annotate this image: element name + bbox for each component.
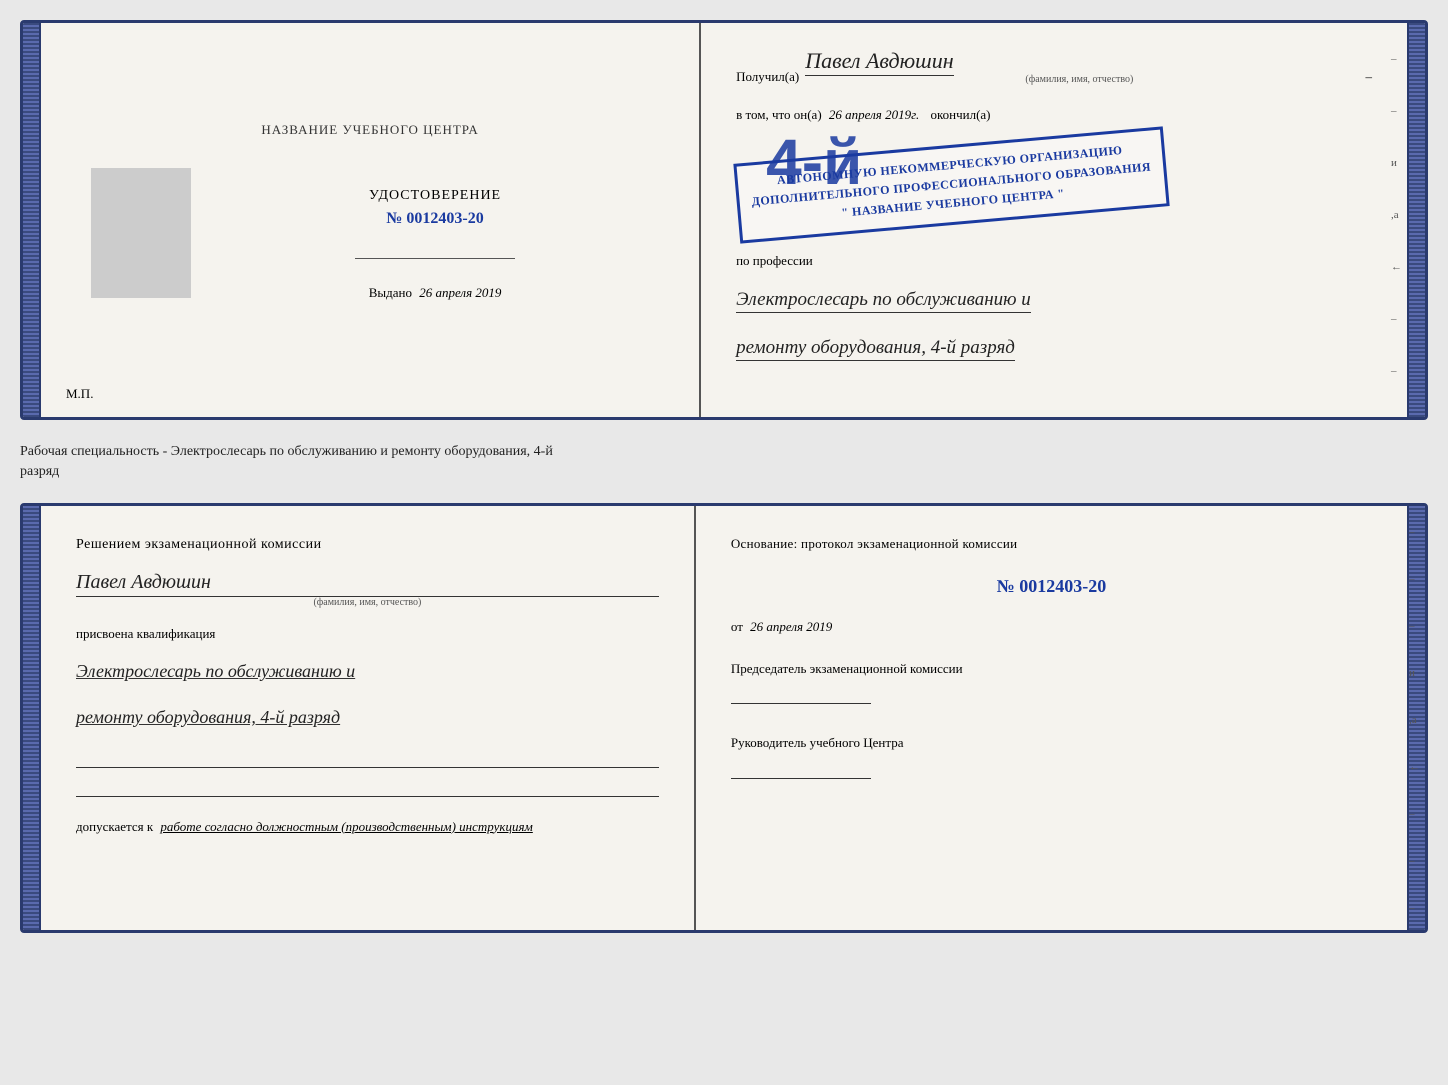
ot-prefix: от <box>731 619 743 634</box>
edge-mark-i: и <box>1391 157 1402 169</box>
osnovanie-title: Основание: протокол экзаменационной коми… <box>731 534 1372 554</box>
doc-top-left-panel: НАЗВАНИЕ УЧЕБНОГО ЦЕНТРА УДОСТОВЕРЕНИЕ №… <box>41 23 701 417</box>
edge2-mark-left: ← <box>1409 761 1420 773</box>
vydano-date: 26 апреля 2019 <box>419 285 501 300</box>
photo-placeholder <box>91 168 191 298</box>
edge2-dash3: – <box>1409 620 1420 632</box>
stamp-container: 4-й АВТОНОМНУЮ НЕКОММЕРЧЕСКУЮ ОРГАНИЗАЦИ… <box>736 145 1372 225</box>
doc-top-right-panel: Получил(a) Павел Авдюшин (фамилия, имя, … <box>701 23 1407 417</box>
edge-dash1: – <box>1391 53 1402 65</box>
separator-text: Рабочая специальность - Электрослесарь п… <box>20 438 1428 485</box>
document-top: НАЗВАНИЕ УЧЕБНОГО ЦЕНТРА УДОСТОВЕРЕНИЕ №… <box>20 20 1428 420</box>
edge-dash3: – <box>1391 313 1402 325</box>
document-bottom: Решением экзаменационной комиссии Павел … <box>20 503 1428 933</box>
page-container: НАЗВАНИЕ УЧЕБНОГО ЦЕНТРА УДОСТОВЕРЕНИЕ №… <box>20 20 1428 933</box>
spine-bottom-left <box>23 506 41 930</box>
poluchil-line: Получил(a) Павел Авдюшин (фамилия, имя, … <box>736 48 1372 85</box>
profession-line2: ремонту оборудования, 4-й разряд <box>736 331 1372 365</box>
vtom-line: в том, что он(а) 26 апреля 2019г. окончи… <box>736 107 1372 123</box>
edge-mark-left: ← <box>1391 261 1402 273</box>
edge-mark-a: ,а <box>1391 209 1402 221</box>
profession-line1: Электрослесарь по обслуживанию и <box>736 283 1372 317</box>
blank-line-1 <box>76 767 659 768</box>
separator-line2: разряд <box>20 462 1428 482</box>
bottom-name-handwritten: Павел Авдюшин <box>76 571 659 597</box>
right-edge-marks: – – и ,а ← – – – <box>1391 53 1402 420</box>
doc-number: № 0012403-20 <box>386 210 483 228</box>
predsedatel-sig-line <box>731 703 871 704</box>
profession-handwritten1: Электрослесарь по обслуживанию и <box>736 289 1031 313</box>
poluchil-prefix: Получил(a) <box>736 69 799 85</box>
prisvoena-label: присвоена квалификация <box>76 626 659 642</box>
blank-lines <box>76 755 659 797</box>
rukovoditel-block: Руководитель учебного Центра <box>731 733 1372 779</box>
edge-dash2: – <box>1391 105 1402 117</box>
bottom-name-subtitle: (фамилия, имя, отчество) <box>76 597 659 608</box>
top-left-title: НАЗВАНИЕ УЧЕБНОГО ЦЕНТРА <box>261 122 478 138</box>
dopuskaetsya-prefix: допускается к <box>76 819 153 834</box>
bottom-name-block: Павел Авдюшин (фамилия, имя, отчество) <box>76 567 659 608</box>
edge2-dash2: – <box>1409 573 1420 585</box>
recipient-name: Павел Авдюшин <box>805 48 953 76</box>
edge2-mark-a: ,а <box>1409 714 1420 726</box>
resheniem-title: Решением экзаменационной комиссии <box>76 534 659 555</box>
po-professii-label: по профессии <box>736 253 1372 269</box>
doc-bottom-right-panel: Основание: протокол экзаменационной коми… <box>696 506 1407 930</box>
qual-line2: ремонту оборудования, 4-й разряд <box>76 700 659 734</box>
doc-bottom-left-panel: Решением экзаменационной комиссии Павел … <box>41 506 696 930</box>
qual-handwritten1: Электрослесарь по обслуживанию и <box>76 661 355 681</box>
spine-left <box>23 23 41 417</box>
blank-line-2 <box>76 796 659 797</box>
right-edge-marks2: – – – и ,а ← – – – <box>1409 526 1420 914</box>
profession-handwritten2: ремонту оборудования, 4-й разряд <box>736 337 1015 361</box>
predsedatel-label: Председатель экзаменационной комиссии <box>731 659 1372 679</box>
edge2-mark-i: и <box>1409 667 1420 679</box>
edge2-dash1: – <box>1409 526 1420 538</box>
bottom-doc-number: № 0012403-20 <box>731 576 1372 597</box>
dopuskaetsya-text: работе согласно должностным (производств… <box>160 819 532 834</box>
big-number-stamp: 4-й <box>766 130 862 194</box>
dopuskaetsya-line: допускается к работе согласно должностны… <box>76 819 659 835</box>
spine-right <box>1407 23 1425 417</box>
edge2-dash6: – <box>1409 902 1420 914</box>
vtom-date: 26 апреля 2019г. <box>829 107 919 122</box>
separator-line1: Рабочая специальность - Электрослесарь п… <box>20 442 1428 462</box>
edge-dash4: – <box>1391 365 1402 377</box>
rukovoditel-sig-line <box>731 778 871 779</box>
edge-dash5: – <box>1391 417 1402 420</box>
udostoverenie-label: УДОСТОВЕРЕНИЕ <box>369 188 501 204</box>
predsedatel-block: Председатель экзаменационной комиссии <box>731 659 1372 705</box>
vydano-line: Выдано 26 апреля 2019 <box>369 285 502 301</box>
rukovoditel-label: Руководитель учебного Центра <box>731 733 1372 753</box>
ot-date: 26 апреля 2019 <box>750 619 832 634</box>
edge2-dash4: – <box>1409 808 1420 820</box>
vtom-prefix: в том, что он(а) <box>736 107 822 122</box>
vydano-prefix: Выдано <box>369 285 412 300</box>
ot-line: от 26 апреля 2019 <box>731 619 1372 635</box>
mp-label: М.П. <box>66 386 93 402</box>
qual-handwritten2: ремонту оборудования, 4-й разряд <box>76 707 340 727</box>
dash-mark: – <box>1366 69 1373 85</box>
edge2-dash5: – <box>1409 855 1420 867</box>
okonchil: окончил(а) <box>930 107 990 122</box>
qual-line1: Электрослесарь по обслуживанию и <box>76 654 659 688</box>
